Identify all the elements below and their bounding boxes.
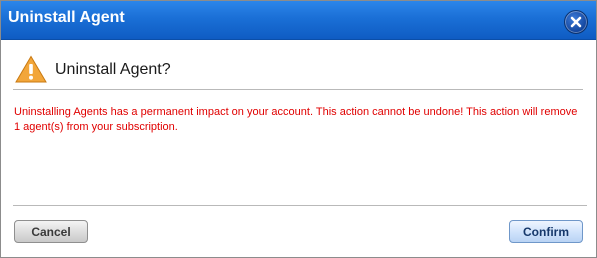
dialog-header: Uninstall Agent?: [15, 55, 581, 85]
header-divider: [13, 89, 583, 90]
dialog-header-title: Uninstall Agent?: [55, 61, 171, 78]
warning-icon: [15, 55, 47, 83]
warning-message: Uninstalling Agents has a permanent impa…: [14, 106, 578, 133]
cancel-button[interactable]: Cancel: [14, 220, 88, 243]
dialog-title: Uninstall Agent: [8, 9, 125, 26]
dialog-titlebar: Uninstall Agent: [1, 1, 596, 40]
close-icon: [570, 16, 582, 28]
close-button[interactable]: [564, 10, 588, 34]
confirm-button[interactable]: Confirm: [509, 220, 583, 243]
uninstall-agent-dialog: Uninstall Agent Uninstall Agent? Uninsta…: [0, 0, 597, 258]
footer-divider: [13, 205, 587, 206]
